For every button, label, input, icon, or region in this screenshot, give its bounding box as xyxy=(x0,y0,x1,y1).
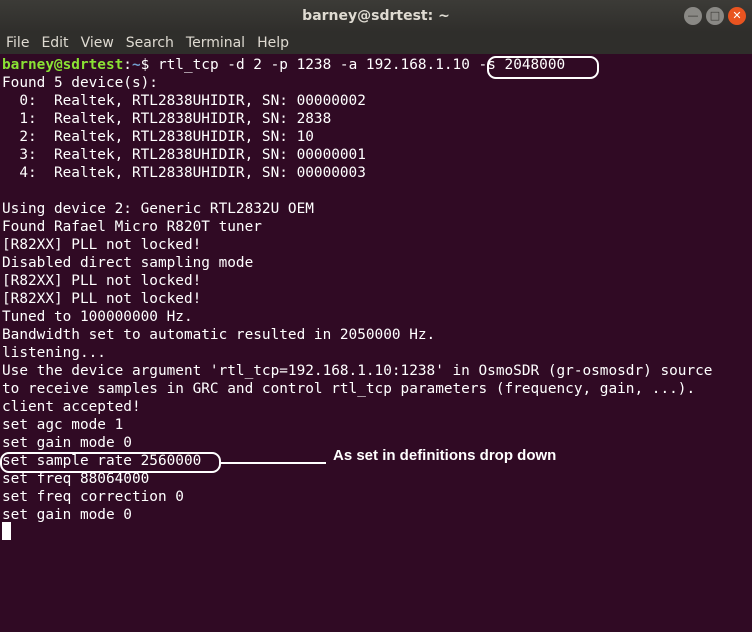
menu-view[interactable]: View xyxy=(75,32,120,54)
output-line: [R82XX] PLL not locked! xyxy=(2,273,202,289)
annotation-connector xyxy=(220,462,326,464)
output-line: set agc mode 1 xyxy=(2,417,124,433)
title-bar[interactable]: barney@sdrtest: ~ — □ ✕ xyxy=(0,0,752,32)
output-line: Tuned to 100000000 Hz. xyxy=(2,309,193,325)
prompt-userhost: barney@sdrtest xyxy=(2,57,124,73)
output-line: Use the device argument 'rtl_tcp=192.168… xyxy=(2,363,713,379)
output-line: 4: Realtek, RTL2838UHIDIR, SN: 00000003 xyxy=(2,165,366,181)
output-line: Using device 2: Generic RTL2832U OEM xyxy=(2,201,314,217)
output-line: set freq correction 0 xyxy=(2,489,184,505)
output-line: set gain mode 0 xyxy=(2,507,132,523)
minimize-icon[interactable]: — xyxy=(684,7,702,25)
output-line: Found Rafael Micro R820T tuner xyxy=(2,219,262,235)
close-icon[interactable]: ✕ xyxy=(728,7,746,25)
menu-edit[interactable]: Edit xyxy=(35,32,74,54)
maximize-icon[interactable]: □ xyxy=(706,7,724,25)
output-line: Bandwidth set to automatic resulted in 2… xyxy=(2,327,436,343)
menu-file[interactable]: File xyxy=(0,32,35,54)
menu-terminal[interactable]: Terminal xyxy=(180,32,251,54)
output-line: Disabled direct sampling mode xyxy=(2,255,254,271)
prompt-path: ~ xyxy=(131,57,141,73)
output-line: 2: Realtek, RTL2838UHIDIR, SN: 10 xyxy=(2,129,314,145)
menu-search[interactable]: Search xyxy=(120,32,180,54)
highlight-sample-rate-line xyxy=(0,452,221,473)
output-line: 3: Realtek, RTL2838UHIDIR, SN: 00000001 xyxy=(2,147,366,163)
output-line: 0: Realtek, RTL2838UHIDIR, SN: 00000002 xyxy=(2,93,366,109)
prompt-symbol: $ xyxy=(140,57,158,73)
terminal-output[interactable]: barney@sdrtest:~$ rtl_tcp -d 2 -p 1238 -… xyxy=(0,54,752,632)
output-line: [R82XX] PLL not locked! xyxy=(2,237,202,253)
output-line: to receive samples in GRC and control rt… xyxy=(2,381,696,397)
annotation-label: As set in definitions drop down xyxy=(333,447,557,464)
terminal-cursor xyxy=(2,522,11,540)
terminal-window: barney@sdrtest: ~ — □ ✕ File Edit View S… xyxy=(0,0,752,632)
output-line: [R82XX] PLL not locked! xyxy=(2,291,202,307)
output-line: set gain mode 0 xyxy=(2,435,132,451)
menu-help[interactable]: Help xyxy=(251,32,295,54)
output-line: client accepted! xyxy=(2,399,141,415)
prompt-line: barney@sdrtest:~$ rtl_tcp -d 2 -p 1238 -… xyxy=(2,57,566,73)
window-controls: — □ ✕ xyxy=(684,7,746,25)
output-line: 1: Realtek, RTL2838UHIDIR, SN: 2838 xyxy=(2,111,332,127)
highlight-sample-rate-arg xyxy=(487,56,599,79)
output-line: Found 5 device(s): xyxy=(2,75,158,91)
output-line: listening... xyxy=(2,345,106,361)
menu-bar: File Edit View Search Terminal Help xyxy=(0,32,752,54)
window-title: barney@sdrtest: ~ xyxy=(302,8,450,24)
